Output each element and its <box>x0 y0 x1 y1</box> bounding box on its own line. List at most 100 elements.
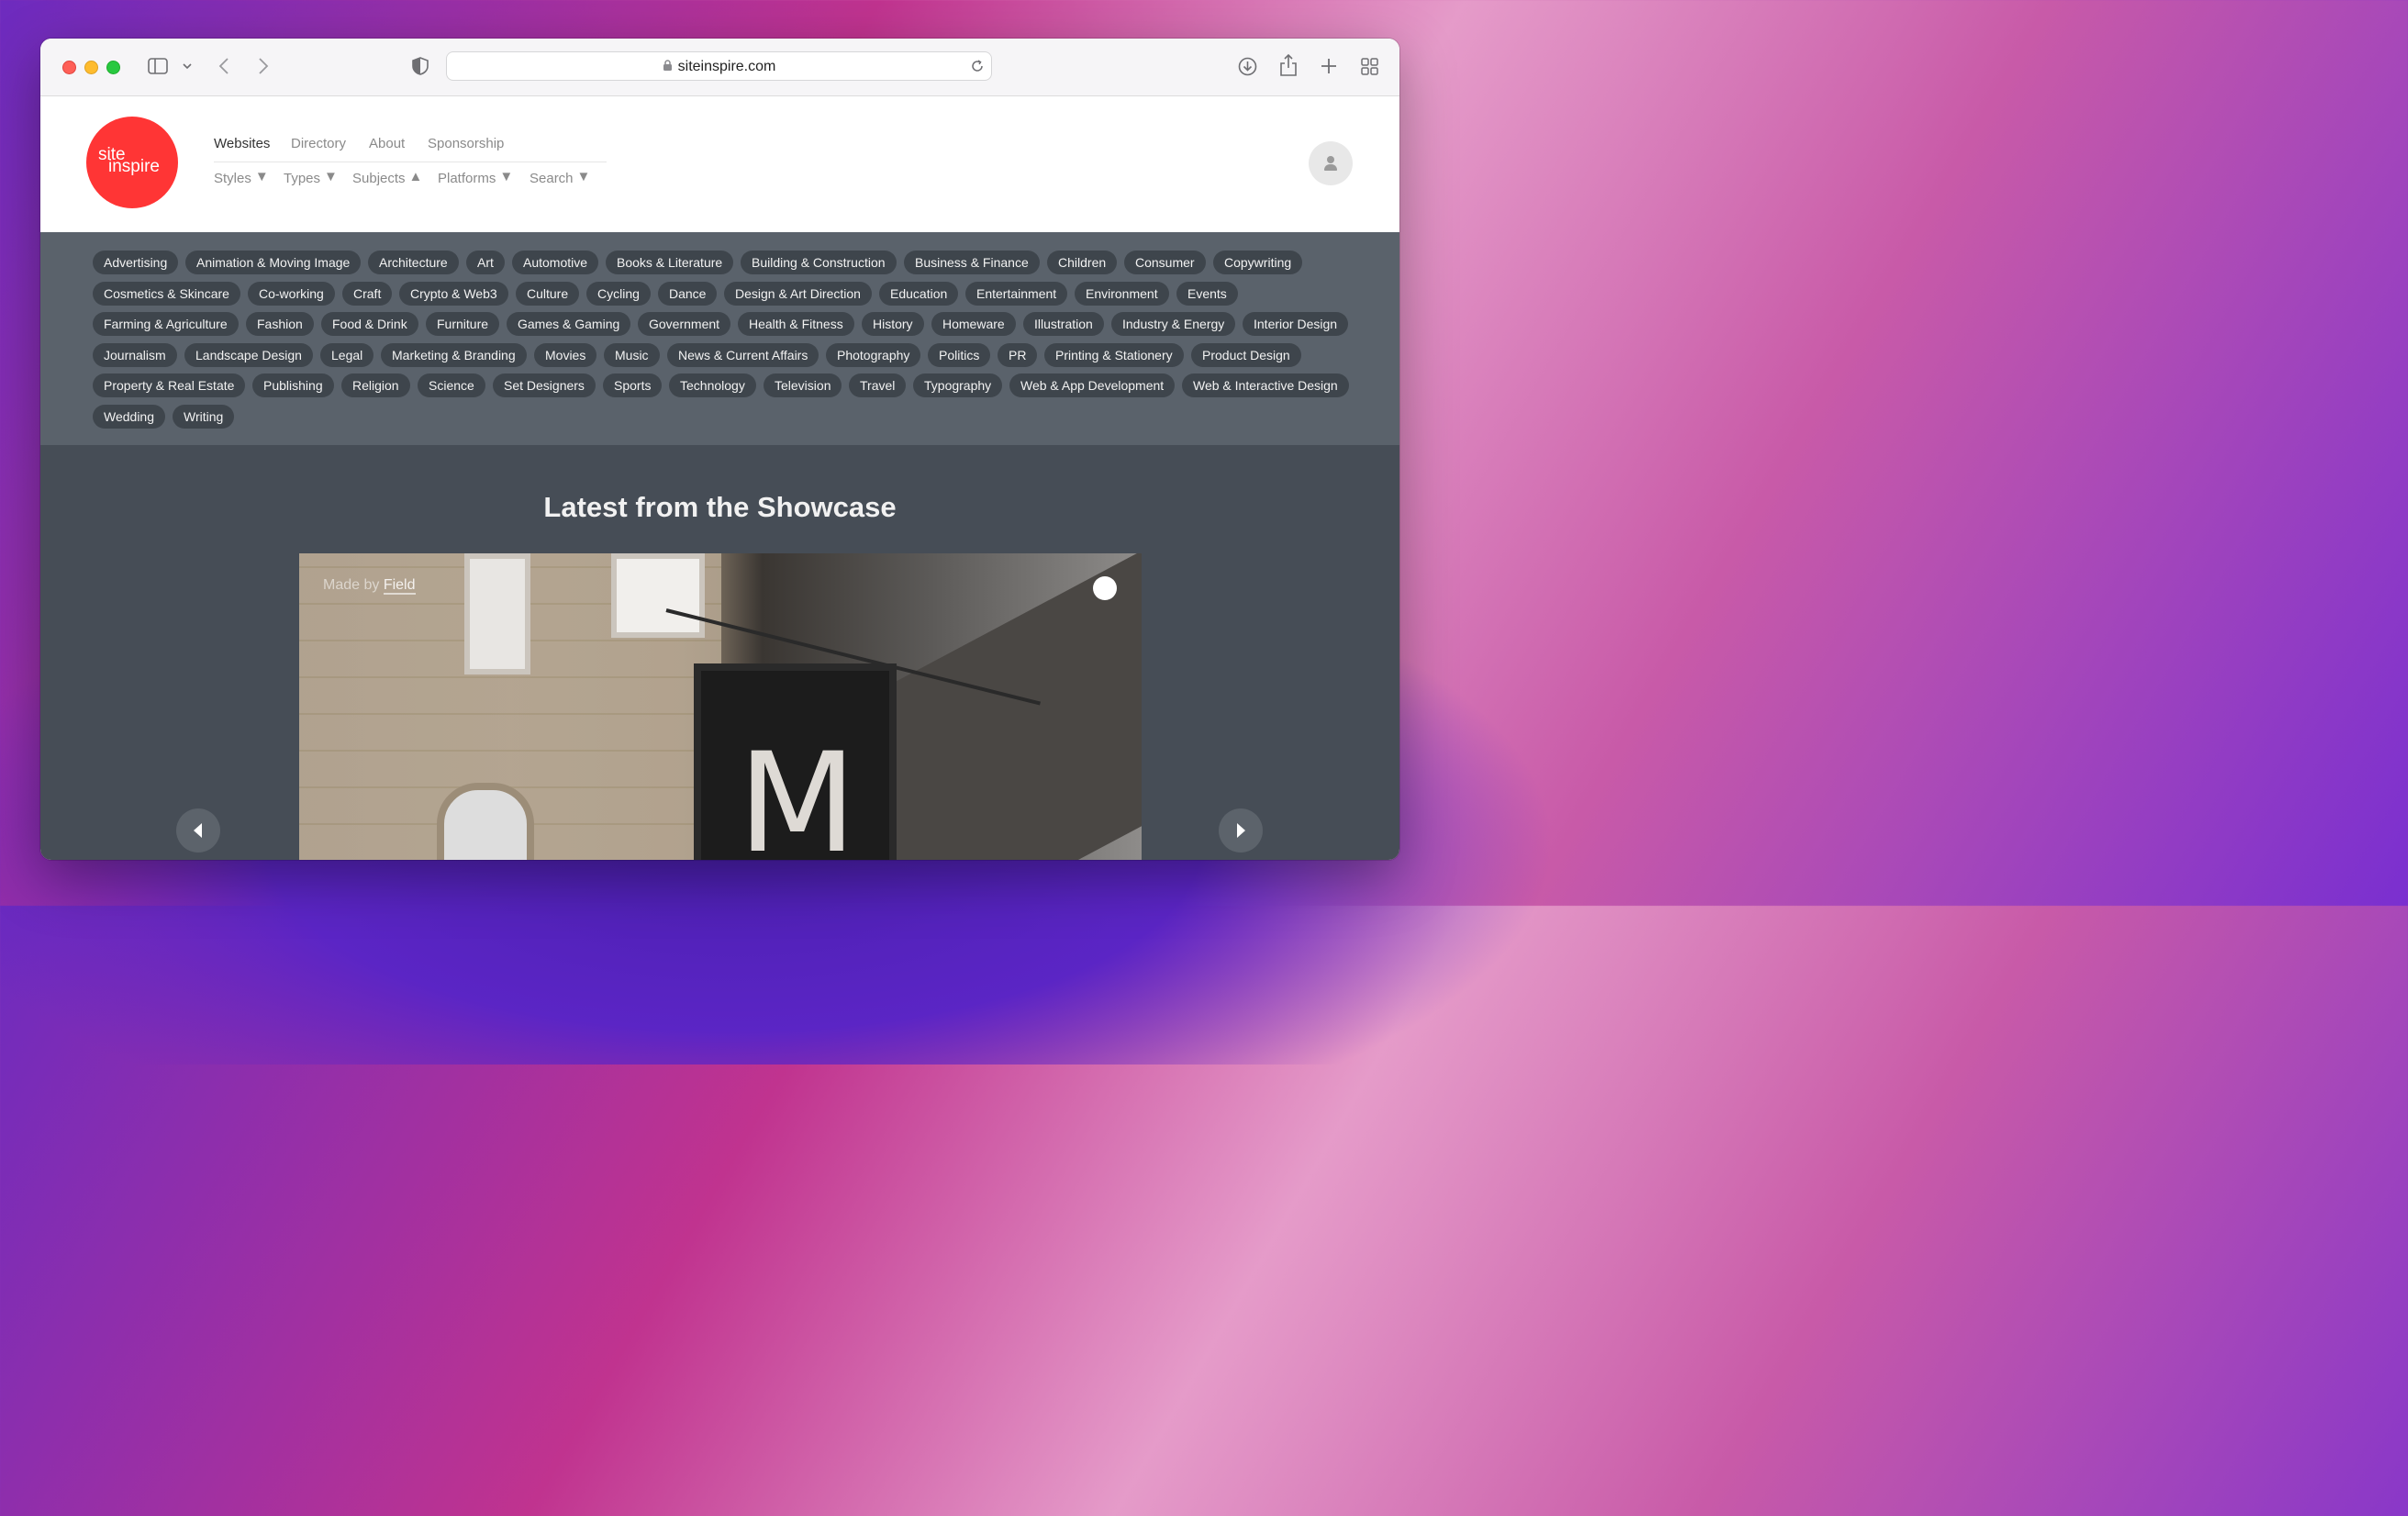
filter-styles[interactable]: Styles ▼ <box>214 169 269 186</box>
chevron-down-icon[interactable] <box>183 62 192 70</box>
subject-chip[interactable]: Photography <box>826 342 921 367</box>
forward-icon[interactable] <box>258 58 269 74</box>
subject-chip[interactable]: Art <box>466 251 505 274</box>
subjects-panel: Advertising Animation & Moving Image Archi… <box>40 232 1399 445</box>
subject-chip[interactable]: Cycling <box>586 281 651 306</box>
nav-websites[interactable]: Websites <box>214 136 270 151</box>
subject-chip[interactable]: News & Current Affairs <box>667 342 819 367</box>
subject-chip[interactable]: Children <box>1047 251 1118 274</box>
subject-chip[interactable]: Fashion <box>246 312 314 336</box>
minimize-window-button[interactable] <box>84 61 98 74</box>
subject-chip[interactable]: Events <box>1176 281 1238 306</box>
nav-sponsorship[interactable]: Sponsorship <box>428 136 504 151</box>
subject-chip[interactable]: Marketing & Branding <box>381 342 527 367</box>
subject-chip[interactable]: Copywriting <box>1213 251 1303 274</box>
subject-chip[interactable]: Industry & Energy <box>1111 312 1236 336</box>
subject-chip[interactable]: Environment <box>1075 281 1169 306</box>
subject-chip[interactable]: Automotive <box>512 251 599 274</box>
caret-up-icon: ▲ <box>408 169 423 184</box>
subject-chip[interactable]: Health & Fitness <box>738 312 854 336</box>
siteinspire-logo[interactable]: site inspire <box>86 117 178 208</box>
subject-chip[interactable]: Books & Literature <box>606 251 734 274</box>
new-tab-icon[interactable] <box>1321 58 1337 74</box>
subject-chip[interactable]: Education <box>879 281 959 306</box>
subject-chip[interactable]: Writing <box>173 404 235 429</box>
url-label: siteinspire.com <box>677 59 776 74</box>
subject-chip[interactable]: Entertainment <box>965 281 1068 306</box>
filter-types[interactable]: Types ▼ <box>284 169 338 186</box>
subject-chip[interactable]: Typography <box>913 373 1003 397</box>
subject-chip[interactable]: Design & Art Direction <box>724 281 872 306</box>
filter-platforms[interactable]: Platforms ▼ <box>438 169 513 186</box>
subject-chip[interactable]: Legal <box>320 342 374 367</box>
subject-chip[interactable]: Publishing <box>252 373 334 397</box>
subject-chip[interactable]: Architecture <box>368 251 459 274</box>
download-icon[interactable] <box>1238 57 1257 76</box>
filter-search[interactable]: Search ▼ <box>530 169 590 186</box>
made-by-link[interactable]: Field <box>383 577 416 595</box>
subject-chip[interactable]: Furniture <box>426 312 500 336</box>
address-bar[interactable]: siteinspire.com <box>446 51 992 81</box>
showcase-image[interactable]: M Made by Field <box>299 553 1142 860</box>
url-text: siteinspire.com <box>447 59 991 75</box>
subject-chip[interactable]: Illustration <box>1023 312 1104 336</box>
subject-chip[interactable]: Web & Interactive Design <box>1182 373 1349 397</box>
filter-subjects[interactable]: Subjects ▲ <box>352 169 422 186</box>
hanging-sign: M <box>694 663 897 860</box>
user-avatar-button[interactable] <box>1309 141 1353 185</box>
subject-chip[interactable]: Travel <box>849 373 907 397</box>
subject-chip[interactable]: History <box>862 312 924 336</box>
subject-chip[interactable]: Landscape Design <box>184 342 313 367</box>
tab-overview-icon[interactable] <box>1361 58 1378 75</box>
close-window-button[interactable] <box>62 61 76 74</box>
subject-chip[interactable]: Co-working <box>248 281 335 306</box>
subject-chip[interactable]: Wedding <box>93 404 166 429</box>
made-by-credit: Made by Field <box>323 577 416 595</box>
subject-chip[interactable]: Technology <box>669 373 756 397</box>
subject-chip[interactable]: Music <box>604 342 660 367</box>
subject-chip[interactable]: Business & Finance <box>904 251 1040 274</box>
subject-chip[interactable]: Culture <box>516 281 580 306</box>
save-dot-button[interactable] <box>1093 576 1117 600</box>
subject-chip[interactable]: Food & Drink <box>321 312 418 336</box>
subject-chip[interactable]: Religion <box>341 373 410 397</box>
next-arrow-button[interactable] <box>1219 808 1263 853</box>
subject-chip[interactable]: Product Design <box>1191 342 1301 367</box>
subject-chip[interactable]: Property & Real Estate <box>93 373 246 397</box>
subject-chip[interactable]: Sports <box>603 373 663 397</box>
shield-icon[interactable] <box>412 57 429 75</box>
subject-chip[interactable]: PR <box>998 342 1038 367</box>
subject-chip[interactable]: Journalism <box>93 342 177 367</box>
maximize-window-button[interactable] <box>106 61 120 74</box>
arched-window <box>437 783 534 860</box>
share-icon[interactable] <box>1280 54 1297 76</box>
nav-directory[interactable]: Directory <box>291 136 346 151</box>
sidebar-icon[interactable] <box>148 58 168 74</box>
subject-chip[interactable]: Movies <box>534 342 597 367</box>
subject-chip[interactable]: Farming & Agriculture <box>93 312 239 336</box>
subject-chip[interactable]: Homeware <box>931 312 1016 336</box>
subject-chip[interactable]: Games & Gaming <box>507 312 631 336</box>
nav-about[interactable]: About <box>369 136 405 151</box>
subject-chip[interactable]: Set Designers <box>493 373 596 397</box>
subject-chip[interactable]: Printing & Stationery <box>1044 342 1184 367</box>
subject-chip[interactable]: Advertising <box>93 251 179 274</box>
subject-chip[interactable]: Dance <box>658 281 718 306</box>
subject-chip[interactable]: Crypto & Web3 <box>399 281 508 306</box>
subject-chip[interactable]: Interior Design <box>1243 312 1349 336</box>
subject-chip[interactable]: Cosmetics & Skincare <box>93 281 240 306</box>
subject-chip[interactable]: Building & Construction <box>741 251 897 274</box>
filter-subjects-label: Subjects <box>352 171 406 186</box>
back-icon[interactable] <box>218 58 229 74</box>
subject-chip[interactable]: Craft <box>342 281 393 306</box>
reload-icon[interactable] <box>971 60 984 72</box>
arrow-left-icon <box>194 823 202 838</box>
subject-chip[interactable]: Government <box>638 312 731 336</box>
subject-chip[interactable]: Television <box>764 373 842 397</box>
subject-chip[interactable]: Politics <box>928 342 991 367</box>
subject-chip[interactable]: Science <box>418 373 485 397</box>
previous-arrow-button[interactable] <box>176 808 220 853</box>
subject-chip[interactable]: Web & App Development <box>1009 373 1176 397</box>
subject-chip[interactable]: Animation & Moving Image <box>185 251 362 274</box>
subject-chip[interactable]: Consumer <box>1124 251 1206 274</box>
